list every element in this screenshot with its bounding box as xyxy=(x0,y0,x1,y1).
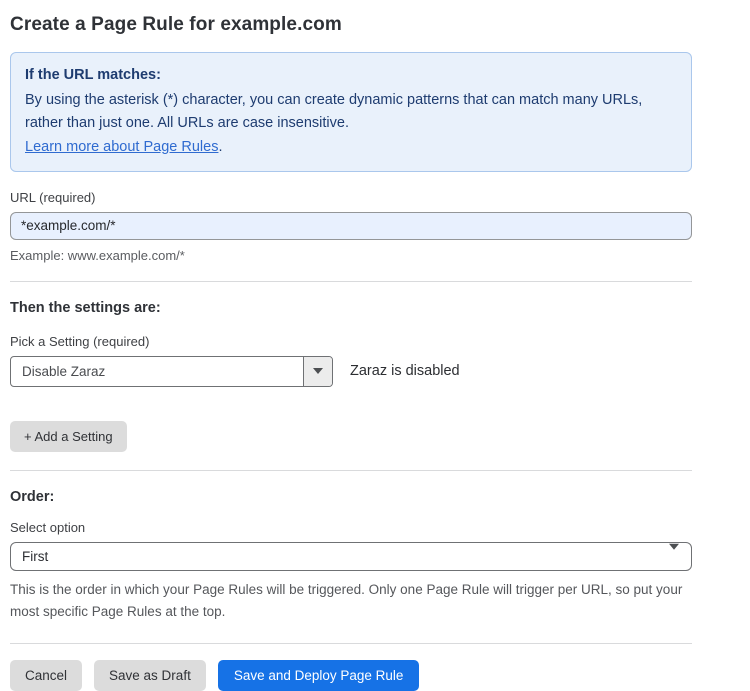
info-box-heading: If the URL matches: xyxy=(25,64,677,87)
order-section-heading: Order: xyxy=(10,489,692,505)
info-box-link-line: Learn more about Page Rules. xyxy=(25,136,677,159)
save-as-draft-button[interactable]: Save as Draft xyxy=(94,660,206,691)
divider xyxy=(10,643,692,644)
save-and-deploy-button[interactable]: Save and Deploy Page Rule xyxy=(218,660,420,691)
chevron-down-icon xyxy=(313,368,323,374)
setting-select[interactable]: Disable Zaraz xyxy=(10,356,333,387)
url-match-info-box: If the URL matches: By using the asteris… xyxy=(10,52,692,172)
setting-select-value: Disable Zaraz xyxy=(11,357,303,386)
link-suffix: . xyxy=(218,139,222,155)
setting-status-text: Zaraz is disabled xyxy=(350,363,460,379)
pick-setting-label: Pick a Setting (required) xyxy=(10,334,692,349)
page-title: Create a Page Rule for example.com xyxy=(10,14,692,36)
divider xyxy=(10,281,692,282)
info-box-body-text: By using the asterisk (*) character, you… xyxy=(25,92,642,131)
info-box-body: By using the asterisk (*) character, you… xyxy=(25,89,665,135)
setting-row: Disable Zaraz Zaraz is disabled xyxy=(10,356,692,387)
settings-section-heading: Then the settings are: xyxy=(10,300,692,316)
order-helper-text: This is the order in which your Page Rul… xyxy=(10,579,690,624)
order-select-label: Select option xyxy=(10,520,692,535)
add-setting-button[interactable]: + Add a Setting xyxy=(10,421,127,452)
order-select[interactable]: First xyxy=(10,542,692,571)
url-input[interactable] xyxy=(10,212,692,240)
url-field-label: URL (required) xyxy=(10,190,692,205)
divider xyxy=(10,470,692,471)
setting-select-arrow-button[interactable] xyxy=(303,357,332,386)
url-example-helper: Example: www.example.com/* xyxy=(10,248,692,263)
chevron-down-glyph xyxy=(669,544,679,565)
chevron-down-icon xyxy=(669,550,679,565)
order-select-value: First xyxy=(22,549,48,564)
cancel-button[interactable]: Cancel xyxy=(10,660,82,691)
learn-more-link[interactable]: Learn more about Page Rules xyxy=(25,139,218,155)
form-actions: Cancel Save as Draft Save and Deploy Pag… xyxy=(10,660,692,691)
page-rule-form: Create a Page Rule for example.com If th… xyxy=(0,0,702,691)
